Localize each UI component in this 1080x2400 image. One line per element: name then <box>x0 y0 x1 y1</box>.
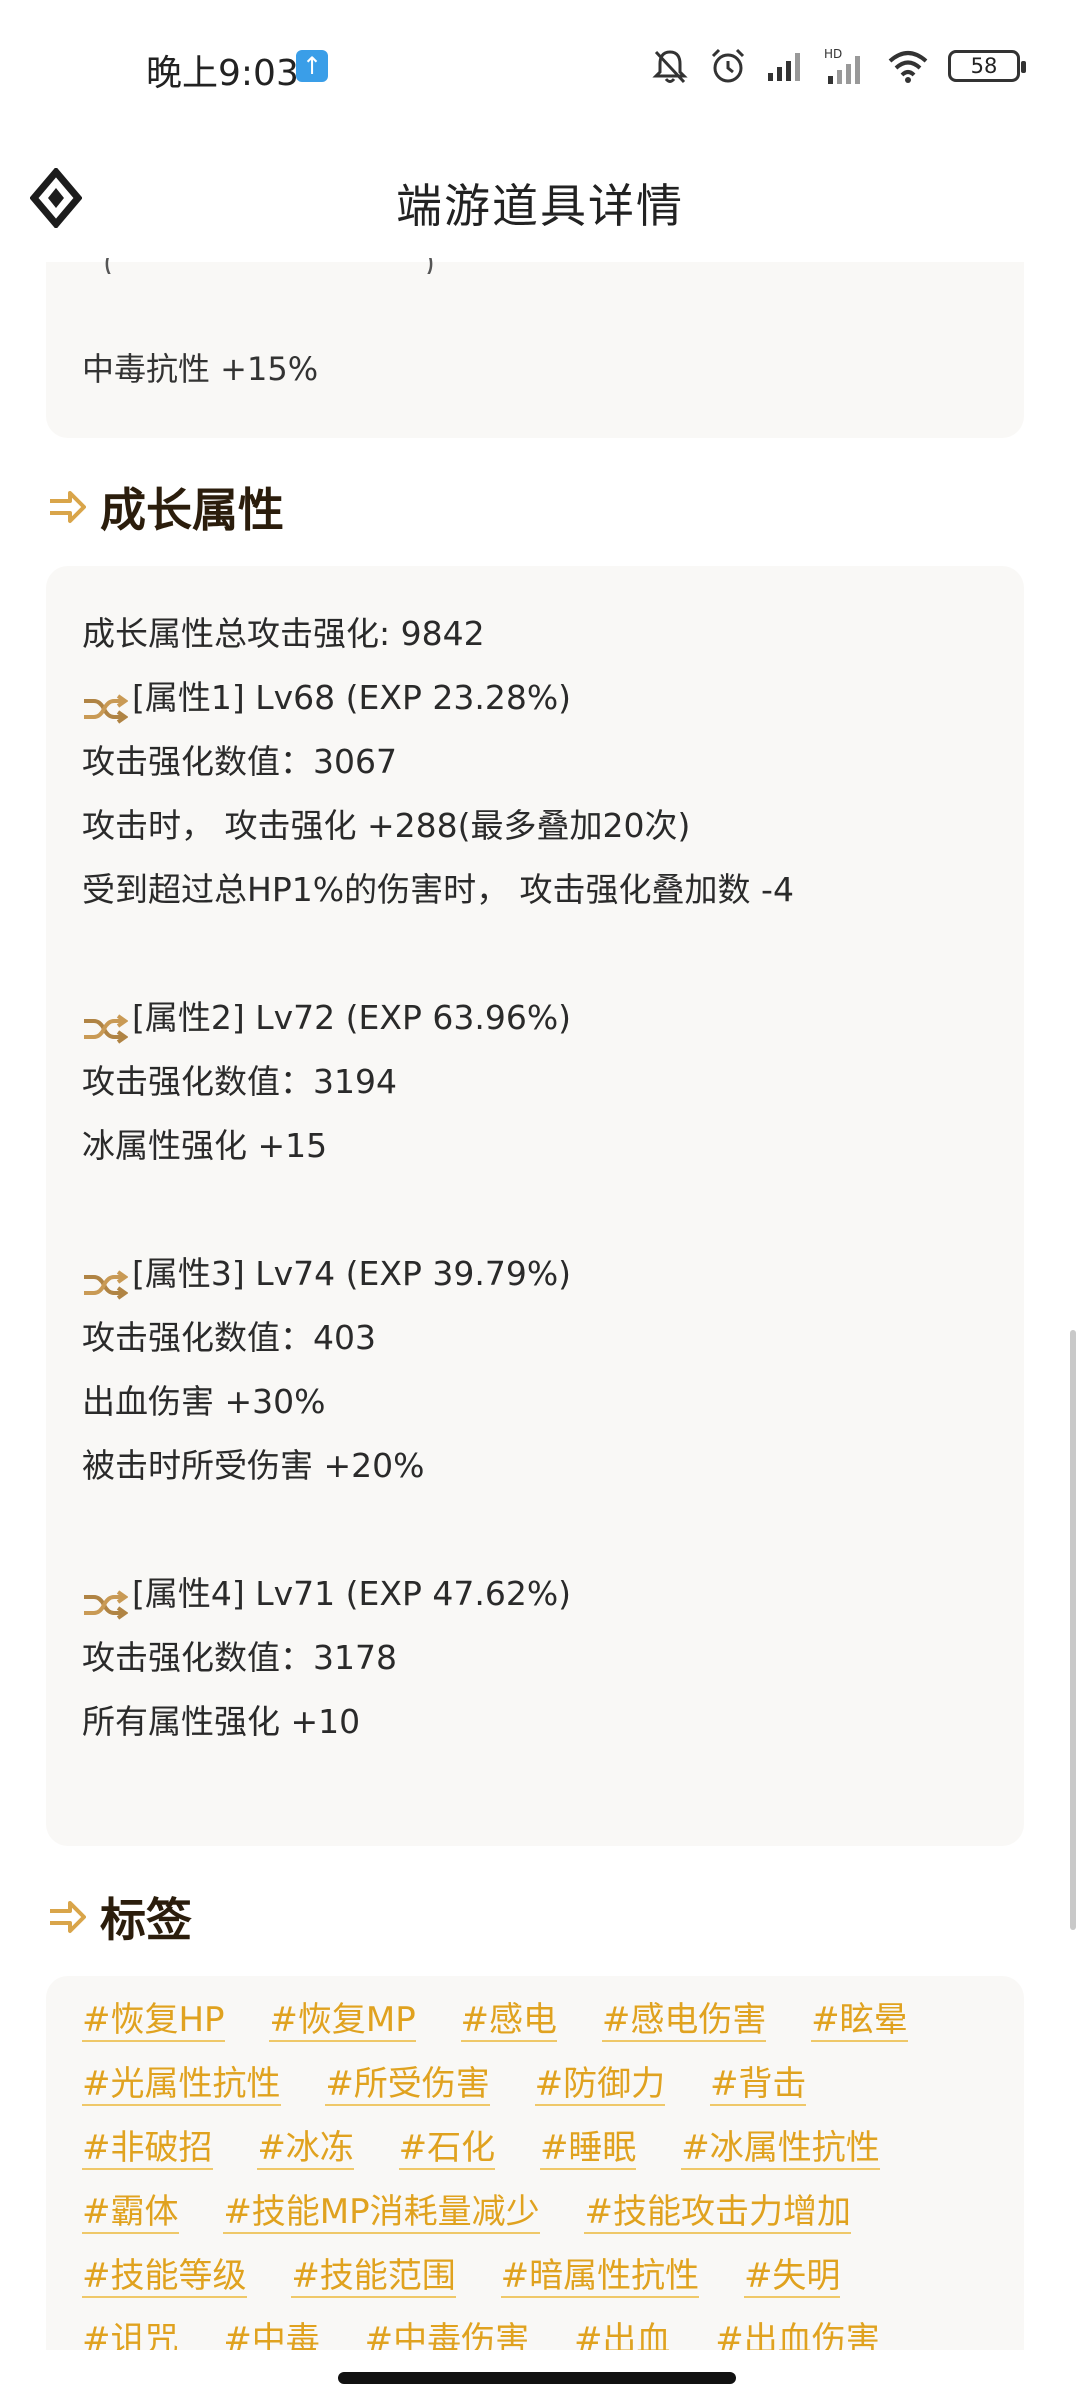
wifi-icon <box>888 51 928 83</box>
tags-list: #恢复HP #恢复MP #感电 #感电伤害 #眩晕 #光属性抗性 #所受伤害 #… <box>82 1988 1002 2356</box>
hd-signal-icon: HD <box>824 47 860 84</box>
growth-line-text: [属性4] Lv71 (EXP 47.62%) <box>132 1574 572 1613</box>
growth-line-text: 受到超过总HP1%的伤害时， 攻击强化叠加数 -4 <box>82 870 794 909</box>
shuffle-icon <box>82 1578 129 1620</box>
growth-line-text: [属性3] Lv74 (EXP 39.79%) <box>132 1254 572 1293</box>
growth-line: 攻击强化数值：3178 <box>82 1626 994 1690</box>
tag-link[interactable]: #非破招 <box>82 2128 213 2170</box>
tag-link[interactable]: #感电伤害 <box>601 2000 767 2042</box>
growth-line: 攻击强化数值：403 <box>82 1306 994 1370</box>
growth-line: 攻击强化数值：3067 <box>82 730 994 794</box>
tag-link[interactable]: #技能范围 <box>291 2256 456 2298</box>
growth-line: 冰属性强化 +15 <box>82 1114 994 1178</box>
poison-resist-line: 中毒抗性 +15% <box>82 350 319 388</box>
arrow-right-icon <box>50 1901 86 1933</box>
tag-link[interactable]: #失明 <box>743 2256 841 2298</box>
mute-bell-icon <box>652 50 688 84</box>
tags-section-header: 标签 <box>46 1882 192 1952</box>
growth-line-text: [属性2] Lv72 (EXP 63.96%) <box>132 998 572 1037</box>
shuffle-icon <box>82 682 129 724</box>
tag-link[interactable]: #防御力 <box>534 2064 666 2106</box>
section-title: 成长属性 <box>100 483 284 537</box>
status-icons: HD 58 <box>650 44 1026 88</box>
growth-line: 被击时所受伤害 +20% <box>82 1434 994 1498</box>
growth-attribute-header: [属性3] Lv74 (EXP 39.79%) <box>82 1242 994 1306</box>
arrow-right-icon <box>50 491 86 523</box>
tag-link[interactable]: #暗属性抗性 <box>500 2256 700 2298</box>
signal-icon <box>768 53 800 81</box>
growth-card: 成长属性总攻击强化: 9842 [属性1] Lv68 (EXP 23.28%) 攻击… <box>46 566 1024 1846</box>
clipped-text: （ ） <box>82 258 502 274</box>
tag-link[interactable]: #睡眠 <box>539 2128 637 2170</box>
growth-line-text: 出血伤害 +30% <box>82 1382 326 1421</box>
growth-line: 所有属性强化 +10 <box>82 1690 994 1754</box>
status-time: 晚上9:03 <box>146 53 299 94</box>
section-title: 标签 <box>100 1893 192 1947</box>
growth-line-text: [属性1] Lv68 (EXP 23.28%) <box>132 678 572 717</box>
tag-link[interactable]: #石化 <box>398 2128 496 2170</box>
status-bar: 晚上9:03 ↑ HD 58 <box>0 0 1080 130</box>
growth-line-text: 攻击时， 攻击强化 +288(最多叠加20次) <box>82 806 691 845</box>
growth-content: 成长属性总攻击强化: 9842 [属性1] Lv68 (EXP 23.28%) 攻击… <box>82 602 994 1754</box>
svg-text:HD: HD <box>824 47 842 61</box>
tag-link[interactable]: #技能等级 <box>82 2256 247 2298</box>
tag-link[interactable]: #所受伤害 <box>325 2064 490 2106</box>
growth-line-text: 攻击强化数值：403 <box>82 1318 376 1357</box>
growth-line: 出血伤害 +30% <box>82 1370 994 1434</box>
tag-link[interactable]: #背击 <box>709 2064 807 2106</box>
tags-card: #恢复HP #恢复MP #感电 #感电伤害 #眩晕 #光属性抗性 #所受伤害 #… <box>46 1976 1024 2356</box>
tag-link[interactable]: #恢复MP <box>269 2000 416 2042</box>
tag-link[interactable]: #冰属性抗性 <box>681 2128 880 2170</box>
tag-link[interactable]: #恢复HP <box>82 2000 225 2042</box>
growth-line: 攻击强化数值：3194 <box>82 1050 994 1114</box>
growth-line-text: 攻击强化数值：3178 <box>82 1638 397 1677</box>
page-title: 端游道具详情 <box>396 179 684 233</box>
shuffle-icon <box>82 1002 129 1044</box>
growth-line: 受到超过总HP1%的伤害时， 攻击强化叠加数 -4 <box>82 858 994 922</box>
alarm-icon <box>711 48 745 83</box>
tag-link[interactable]: #冰冻 <box>257 2128 354 2170</box>
growth-line-text: 攻击强化数值：3194 <box>82 1062 397 1101</box>
tag-link[interactable]: #眩晕 <box>811 2000 908 2042</box>
tag-link[interactable]: #霸体 <box>82 2192 179 2234</box>
growth-line-text: 所有属性强化 +10 <box>82 1702 361 1741</box>
growth-line: 成长属性总攻击强化: 9842 <box>82 602 994 666</box>
growth-line-text: 被击时所受伤害 +20% <box>82 1446 425 1485</box>
growth-line-text: 成长属性总攻击强化: 9842 <box>82 614 485 653</box>
tag-link[interactable]: #光属性抗性 <box>82 2064 281 2106</box>
shuffle-icon <box>82 1258 129 1300</box>
growth-line: 攻击时， 攻击强化 +288(最多叠加20次) <box>82 794 994 858</box>
growth-line-text: 攻击强化数值：3067 <box>82 742 397 781</box>
home-indicator[interactable] <box>338 2372 736 2384</box>
growth-line-text: 冰属性强化 +15 <box>82 1126 328 1165</box>
growth-section-header: 成长属性 <box>46 472 284 542</box>
attribute-card: （ ） 中毒抗性 +15% <box>46 258 1024 438</box>
scrollbar[interactable] <box>1070 1330 1076 1930</box>
growth-attribute-header: [属性4] Lv71 (EXP 47.62%) <box>82 1562 994 1626</box>
app-header: 端游道具详情 <box>0 140 1080 260</box>
battery-indicator: 58 <box>948 50 1026 82</box>
upload-icon: ↑ <box>296 50 328 82</box>
tag-link[interactable]: #感电 <box>460 2000 558 2042</box>
tag-link[interactable]: #技能MP消耗量减少 <box>223 2192 540 2234</box>
tag-link[interactable]: #技能攻击力增加 <box>584 2192 851 2234</box>
growth-attribute-header: [属性2] Lv72 (EXP 63.96%) <box>82 986 994 1050</box>
growth-attribute-header: [属性1] Lv68 (EXP 23.28%) <box>82 666 994 730</box>
